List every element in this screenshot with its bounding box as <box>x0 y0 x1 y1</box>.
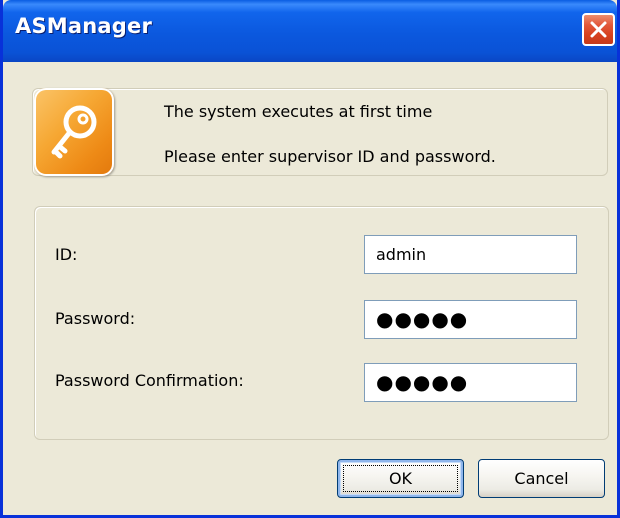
password-confirmation-input[interactable]: ●●●●● <box>364 363 577 402</box>
id-label: ID: <box>55 245 78 264</box>
cancel-button[interactable]: Cancel <box>478 459 605 498</box>
password-label: Password: <box>55 309 136 328</box>
key-icon <box>51 105 97 159</box>
title-bar[interactable]: ASManager <box>3 0 617 62</box>
message-line-2: Please enter supervisor ID and password. <box>164 147 496 166</box>
dialog-window: ASManager The system executes at first t… <box>0 0 620 518</box>
window-title: ASManager <box>15 14 152 38</box>
ok-button[interactable]: OK <box>337 459 464 498</box>
id-input[interactable]: admin <box>364 235 577 274</box>
ok-button-label: OK <box>388 469 413 488</box>
message-line-1: The system executes at first time <box>164 102 433 121</box>
password-input[interactable]: ●●●●● <box>364 300 577 339</box>
close-icon <box>590 21 607 38</box>
close-button[interactable] <box>582 13 615 46</box>
key-icon-tile <box>34 88 114 176</box>
password-confirmation-label: Password Confirmation: <box>55 371 244 390</box>
cancel-button-label: Cancel <box>514 469 569 488</box>
